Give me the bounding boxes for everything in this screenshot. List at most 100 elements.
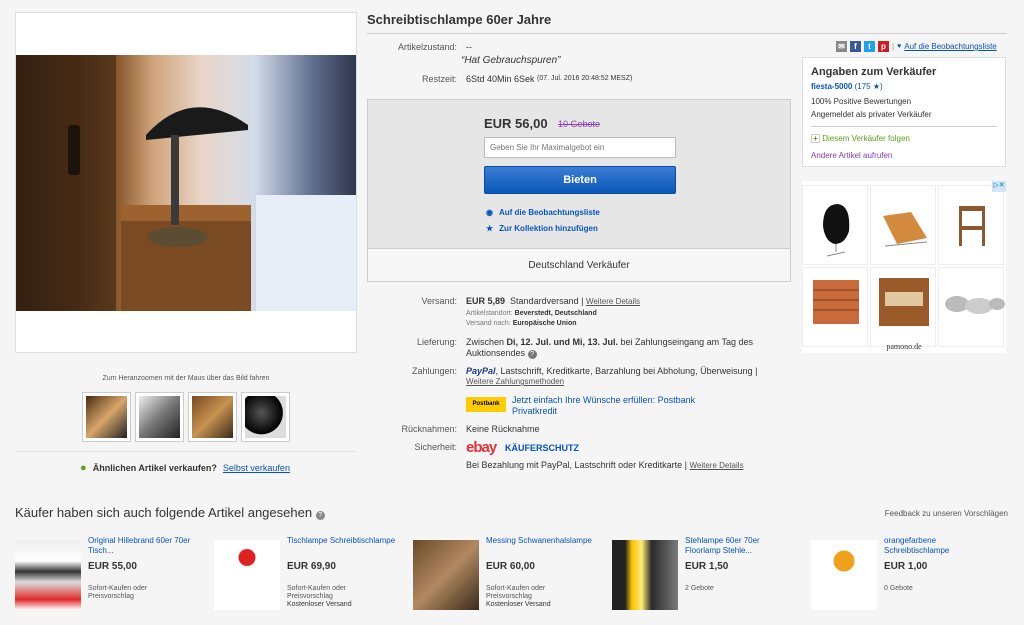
shipto-value: Europäische Union xyxy=(512,320,577,327)
seller-score[interactable]: (175 ★) xyxy=(855,82,883,91)
product-photo[interactable] xyxy=(413,540,479,610)
twitter-icon[interactable]: t xyxy=(864,41,875,52)
postbank-link[interactable]: Jetzt einfach Ihre Wünsche erfüllen: Pos… xyxy=(512,395,712,417)
thumbnail-strip xyxy=(82,392,290,442)
product-name[interactable]: Tischlampe Schreibtischlampe xyxy=(287,536,397,546)
seller-name-link[interactable]: fiesta-5000 xyxy=(811,82,852,91)
time-label: Restzeit: xyxy=(421,74,457,84)
item-location: Artikelstandort: Beverstedt, Deutschland xyxy=(466,310,597,317)
bulb-icon: ● xyxy=(80,462,87,474)
product-sub: 2 Gebote xyxy=(685,585,714,592)
product-price: EUR 1,00 xyxy=(884,561,928,572)
ad-panel[interactable]: ▷✕ pamono.de xyxy=(802,181,1006,353)
other-items-link[interactable]: Andere Artikel aufrufen xyxy=(811,151,997,160)
watch-heart-icon: ♥ xyxy=(897,43,902,50)
watch-link[interactable]: ◉ Auf die Beobachtungsliste xyxy=(486,208,600,217)
delivery-pre: Zwischen xyxy=(466,337,507,347)
product-card[interactable]: orangefarbene Schreibtischlampe EUR 1,00… xyxy=(811,536,1001,616)
product-photo[interactable] xyxy=(214,540,280,610)
ad-drawer-cabinet[interactable] xyxy=(802,267,868,347)
ad-wood-chair[interactable] xyxy=(938,185,1004,265)
title-divider xyxy=(367,33,1007,34)
thumbnail[interactable] xyxy=(241,392,290,442)
seller-id: fiesta-5000 (175 ★) xyxy=(811,82,997,91)
thumbnail[interactable] xyxy=(82,392,131,442)
product-card[interactable]: Tischlampe Schreibtischlampe EUR 69,90 S… xyxy=(214,536,404,616)
delivery-dates: Di, 12. Jul. und Mi, 13. Jul. xyxy=(506,337,619,347)
shipping-details-link[interactable]: Weitere Details xyxy=(586,297,640,306)
delivery-label: Lieferung: xyxy=(416,337,457,347)
pinterest-icon[interactable]: p xyxy=(878,41,889,52)
bid-button[interactable]: Bieten xyxy=(484,166,676,194)
buyer-protection: KÄUFERSCHUTZ xyxy=(505,443,579,453)
ad-sofa[interactable] xyxy=(938,267,1005,347)
delivery-text: Zwischen Di, 12. Jul. und Mi, 13. Jul. b… xyxy=(466,337,766,359)
share-bar: ✉ f t p | ♥ Auf die Beobachtungsliste xyxy=(836,41,997,52)
more-payment-link[interactable]: Weitere Zahlungsmethoden xyxy=(466,377,564,386)
seller-heading: Angaben zum Verkäufer xyxy=(811,66,937,78)
ad-egg-chair[interactable] xyxy=(802,185,868,265)
ad-brand[interactable]: pamono.de xyxy=(802,342,1006,351)
product-price: EUR 55,00 xyxy=(88,561,137,572)
security-details-link[interactable]: Weitere Details xyxy=(689,461,743,470)
product-photo[interactable] xyxy=(612,540,678,610)
product-photo[interactable] xyxy=(15,540,81,610)
product-price: EUR 60,00 xyxy=(486,561,535,572)
ad-grid xyxy=(802,185,1005,347)
time-remaining: 6Std 40Min 6Sek xyxy=(466,74,535,84)
product-photo[interactable] xyxy=(811,540,877,610)
product-name[interactable]: Messing Schwanenhalslampe xyxy=(486,536,596,546)
product-sub: 0 Gebote xyxy=(884,585,913,592)
condition-label: Artikelzustand: xyxy=(397,42,457,52)
shipping-label: Versand: xyxy=(421,296,457,306)
bid-panel: EUR 56,00 10 Gebote Bieten ◉ Auf die Beo… xyxy=(367,99,791,282)
thumbnail[interactable] xyxy=(135,392,184,442)
ship-to: Versand nach: Europäische Union xyxy=(466,320,577,327)
security-text-body: Bei Bezahlung mit PayPal, Lastschrift od… xyxy=(466,460,687,470)
shipping-type: Standardversand xyxy=(510,296,579,306)
also-viewed-heading: Käufer haben sich auch folgende Artikel … xyxy=(15,505,313,520)
shipping-line: EUR 5,89 Standardversand | Weitere Detai… xyxy=(466,296,641,306)
ad-wood-lounger[interactable] xyxy=(870,185,936,265)
seller-private: Angemeldet als privater Verkäufer xyxy=(811,110,932,119)
collection-link[interactable]: ★ Zur Kollektion hinzufügen xyxy=(486,224,598,233)
info-icon[interactable]: ? xyxy=(527,350,537,359)
product-name[interactable]: Stehlampe 60er 70er Floorlamp Stehle... xyxy=(685,536,795,556)
facebook-icon[interactable]: f xyxy=(850,41,861,52)
follow-seller[interactable]: + Diesem Verkäufer folgen xyxy=(811,134,997,143)
product-sub2: Kostenloser Versand xyxy=(287,601,352,608)
end-time: (07. Jul. 2016 20:48:52 MESZ) xyxy=(537,75,633,82)
watchlist-link[interactable]: Auf die Beobachtungsliste xyxy=(904,42,997,51)
collection-link-label: Zur Kollektion hinzufügen xyxy=(499,224,598,233)
product-sub1: Sofort-Kaufen oder Preisvorschlag xyxy=(287,585,347,600)
returns-value: Keine Rücknahme xyxy=(466,424,540,434)
help-icon[interactable]: ? xyxy=(315,511,325,520)
max-bid-input[interactable] xyxy=(484,137,676,158)
ad-secretary-desk[interactable] xyxy=(870,267,936,347)
payment-methods: PayPal, Lastschrift, Kreditkarte, Barzah… xyxy=(466,366,758,376)
returns-label: Rücknahmen: xyxy=(401,424,457,434)
main-product-photo[interactable] xyxy=(16,55,356,311)
adchoices-icon[interactable]: ▷✕ xyxy=(992,181,1006,192)
seller-country: Deutschland Verkäufer xyxy=(368,248,790,281)
seller-positive: 100% Positive Bewertungen xyxy=(811,97,912,106)
product-card[interactable]: Messing Schwanenhalslampe EUR 60,00 Sofo… xyxy=(413,536,603,616)
product-name[interactable]: orangefarbene Schreibtischlampe xyxy=(884,536,994,556)
product-price: EUR 69,90 xyxy=(287,561,336,572)
product-name[interactable]: Original Hillebrand 60er 70er Tisch... xyxy=(88,536,198,556)
product-card[interactable]: Stehlampe 60er 70er Floorlamp Stehle... … xyxy=(612,536,802,616)
main-image-frame[interactable] xyxy=(15,12,357,353)
product-sub: Sofort-Kaufen oder Preisvorschlag Kosten… xyxy=(287,585,387,609)
plus-icon: + xyxy=(811,134,820,143)
product-card[interactable]: Original Hillebrand 60er 70er Tisch... E… xyxy=(15,536,205,616)
condition-value: -- xyxy=(466,42,472,52)
email-icon[interactable]: ✉ xyxy=(836,41,847,52)
also-viewed-title: Käufer haben sich auch folgende Artikel … xyxy=(15,505,325,520)
seller-divider xyxy=(811,126,997,127)
thumbnail[interactable] xyxy=(188,392,237,442)
bid-count-link[interactable]: 10 Gebote xyxy=(558,119,600,129)
product-sub: Sofort-Kaufen oder Preisvorschlag xyxy=(88,585,148,600)
feedback-link[interactable]: Feedback zu unseren Vorschlägen xyxy=(885,509,1008,518)
sell-yourself-link[interactable]: Selbst verkaufen xyxy=(223,463,290,473)
product-sub1: Sofort-Kaufen oder Preisvorschlag xyxy=(486,585,546,600)
